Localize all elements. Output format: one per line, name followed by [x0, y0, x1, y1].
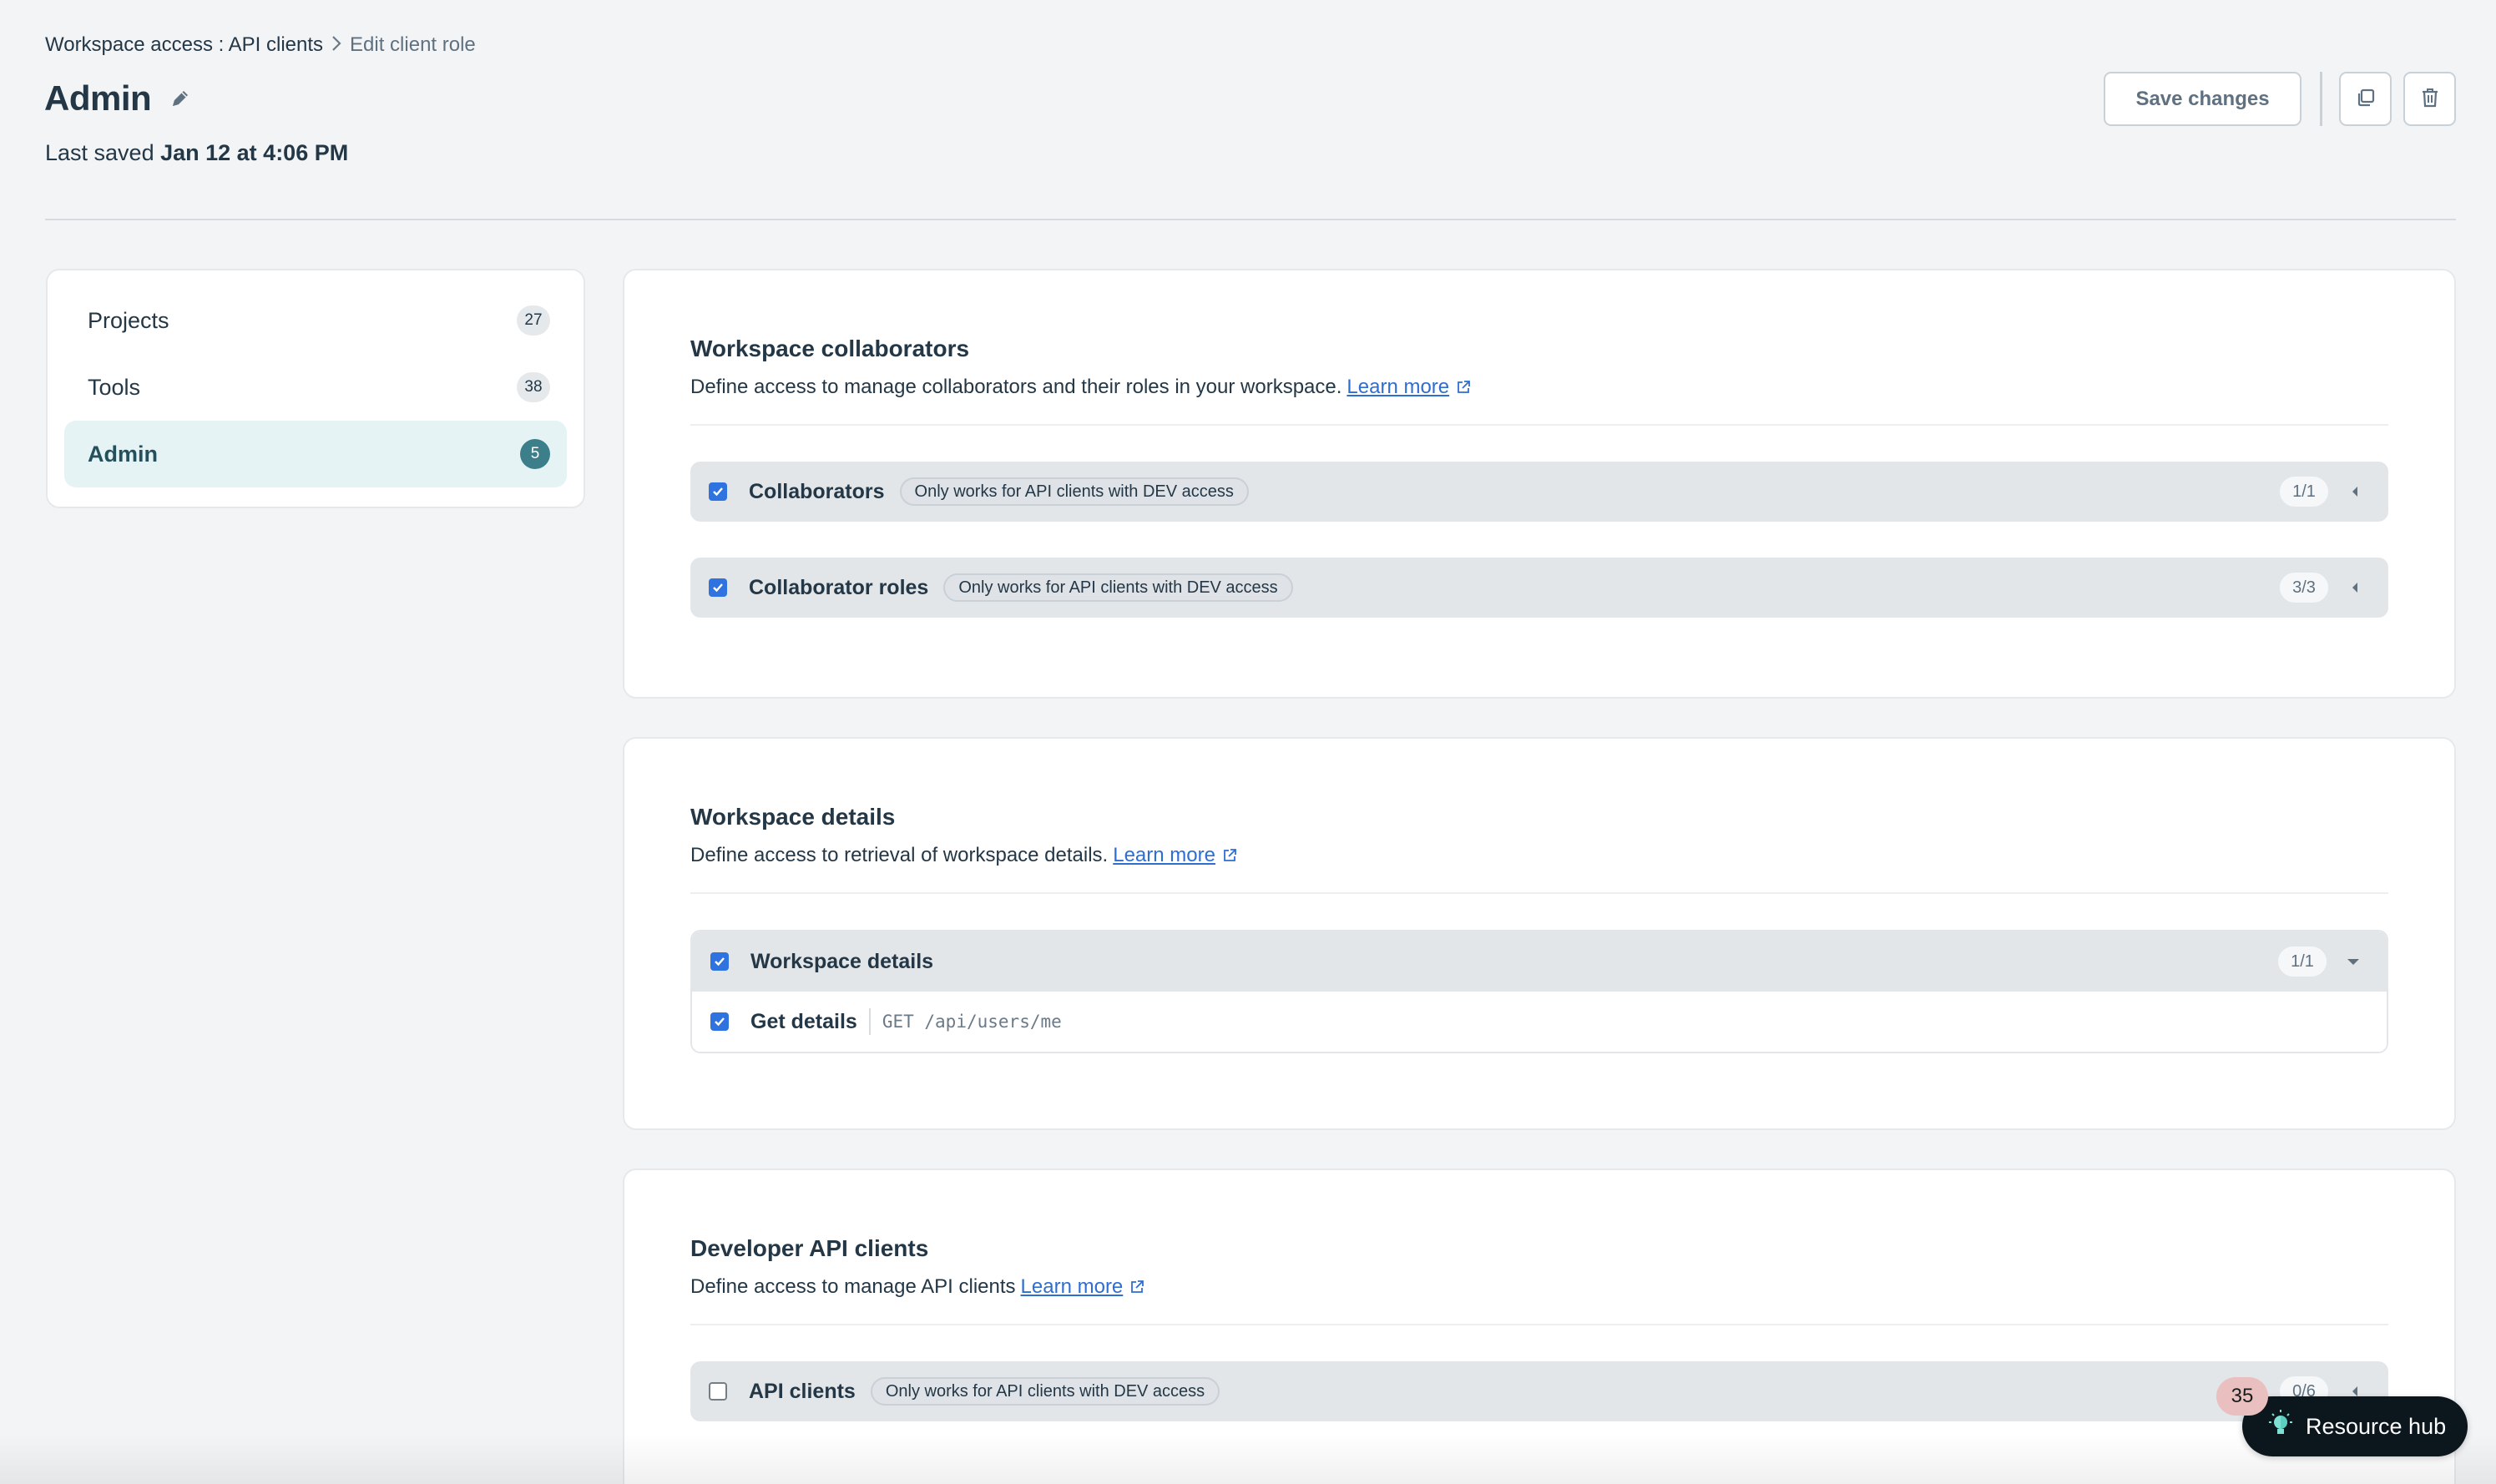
checkbox-checked[interactable]: [709, 482, 727, 501]
breadcrumb-current: Edit client role: [350, 33, 476, 56]
endpoint-separator: [868, 1008, 871, 1035]
caret-left-icon[interactable]: [2338, 573, 2372, 603]
permission-group-header[interactable]: Collaborator roles Only works for API cl…: [690, 558, 2388, 618]
permission-group-header[interactable]: Collaborators Only works for API clients…: [690, 462, 2388, 522]
external-link-icon: [1129, 1280, 1144, 1295]
last-saved-time: Jan 12 at 4:06 PM: [160, 140, 349, 165]
sidebar-item-projects[interactable]: Projects 27: [64, 287, 567, 354]
sidebar-item-label: Admin: [88, 441, 158, 467]
section-title: Workspace collaborators: [690, 336, 970, 361]
title-row: Admin: [44, 78, 191, 119]
permission-name: Collaborators: [749, 479, 885, 503]
permission-group: Collaborators Only works for API clients…: [690, 462, 2388, 522]
copy-icon: [2356, 88, 2376, 110]
permission-group: Collaborator roles Only works for API cl…: [690, 558, 2388, 618]
section-workspace-details: Workspace details Define access to retri…: [623, 737, 2456, 1130]
notification-count-badge[interactable]: 35: [2216, 1377, 2268, 1416]
page-title: Admin: [44, 78, 152, 118]
permission-group-header[interactable]: Workspace details 1/1: [692, 931, 2387, 992]
description-text: Define access to manage collaborators an…: [690, 376, 1342, 398]
dev-access-note: Only works for API clients with DEV acce…: [870, 1377, 1220, 1406]
external-link-icon: [1222, 848, 1237, 863]
section-divider: [690, 424, 2388, 426]
external-link-icon: [1456, 380, 1471, 395]
dev-access-note: Only works for API clients with DEV acce…: [943, 573, 1293, 602]
permission-name: Collaborator roles: [749, 575, 929, 599]
section-description: Define access to manage collaborators an…: [690, 376, 2388, 399]
count-badge: 38: [517, 372, 550, 402]
header-divider: [45, 219, 2456, 220]
duplicate-button[interactable]: [2339, 72, 2392, 126]
checkbox-checked[interactable]: [710, 952, 729, 971]
pencil-icon[interactable]: [169, 88, 191, 109]
checkbox-unchecked[interactable]: [709, 1382, 727, 1401]
permission-group-header[interactable]: API clients Only works for API clients w…: [690, 1361, 2388, 1421]
section-description: Define access to retrieval of workspace …: [690, 844, 2388, 867]
permission-group: API clients Only works for API clients w…: [690, 1361, 2388, 1421]
actions-divider: [2320, 72, 2322, 126]
caret-left-icon[interactable]: [2338, 477, 2372, 507]
learn-more-link[interactable]: Learn more: [1113, 844, 1215, 867]
count-badge: 5: [520, 439, 550, 469]
delete-button[interactable]: [2403, 72, 2456, 126]
permission-item-name: Get details: [750, 1009, 857, 1033]
checkbox-checked[interactable]: [709, 578, 727, 597]
section-divider: [690, 1324, 2388, 1325]
section-description: Define access to manage API clients Lear…: [690, 1275, 2388, 1299]
caret-down-icon[interactable]: [2337, 946, 2370, 977]
chevron-right-icon: [331, 32, 341, 58]
trash-icon: [2420, 87, 2440, 111]
learn-more-link[interactable]: Learn more: [1347, 376, 1449, 399]
permission-name: API clients: [749, 1379, 856, 1403]
sidebar-item-tools[interactable]: Tools 38: [64, 354, 567, 421]
description-text: Define access to retrieval of workspace …: [690, 844, 1109, 866]
section-developer-api-clients: Developer API clients Define access to m…: [623, 1169, 2456, 1484]
section-title: Developer API clients: [690, 1235, 929, 1261]
header-actions: Save changes: [2104, 72, 2456, 126]
save-changes-button[interactable]: Save changes: [2104, 72, 2301, 126]
dev-access-note: Only works for API clients with DEV acce…: [899, 477, 1249, 506]
last-saved: Last saved Jan 12 at 4:06 PM: [45, 140, 348, 166]
learn-more-link[interactable]: Learn more: [1021, 1275, 1124, 1299]
permission-item: Get details GET /api/users/me: [692, 992, 2387, 1052]
description-text: Define access to manage API clients: [690, 1275, 1016, 1298]
selection-count: 1/1: [2278, 946, 2327, 977]
sidebar-item-admin[interactable]: Admin 5: [64, 421, 567, 487]
sidebar-item-label: Tools: [88, 374, 141, 400]
section-workspace-collaborators: Workspace collaborators Define access to…: [623, 269, 2456, 699]
category-sidebar: Projects 27 Tools 38 Admin 5: [46, 269, 585, 508]
section-divider: [690, 892, 2388, 894]
permission-group: Workspace details 1/1 Get details GET /a…: [690, 930, 2388, 1053]
last-saved-label: Last saved: [45, 140, 154, 165]
selection-count: 1/1: [2280, 477, 2328, 507]
resource-hub-label: Resource hub: [2306, 1413, 2447, 1439]
selection-count: 3/3: [2280, 573, 2328, 603]
count-badge: 27: [517, 305, 550, 336]
permission-name: Workspace details: [750, 949, 934, 973]
section-title: Workspace details: [690, 804, 896, 830]
breadcrumb-parent-link[interactable]: Workspace access : API clients: [45, 33, 323, 57]
sidebar-item-label: Projects: [88, 307, 169, 333]
checkbox-checked[interactable]: [710, 1012, 729, 1031]
resource-hub-button[interactable]: Resource hub: [2242, 1396, 2468, 1456]
lightbulb-icon: [2267, 1409, 2294, 1445]
api-endpoint: GET /api/users/me: [882, 1012, 1062, 1032]
breadcrumb: Workspace access : API clients Edit clie…: [45, 32, 476, 58]
